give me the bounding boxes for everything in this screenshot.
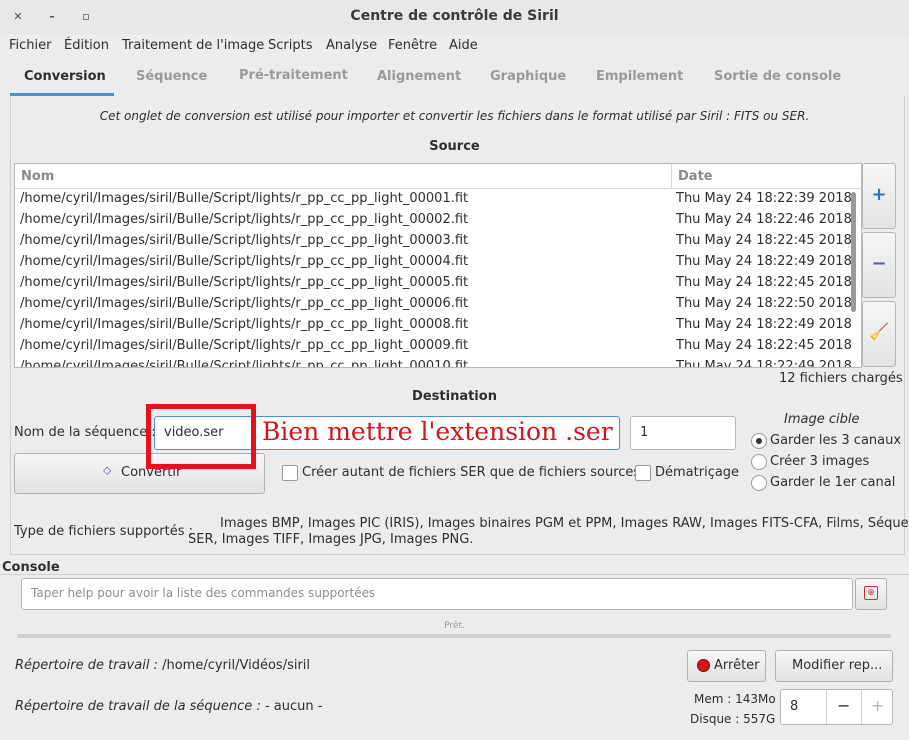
console-title: Console: [2, 560, 60, 575]
menu-bar: Fichier Édition Traitement de l'image Sc…: [0, 34, 909, 58]
modify-dir-button[interactable]: Modifier rep...: [775, 650, 893, 682]
tab-empilement[interactable]: Empilement: [596, 69, 683, 84]
tab-pretraitement[interactable]: Pré-traitement: [239, 68, 348, 83]
seqdir-row: Répertoire de travail de la séquence : -…: [15, 699, 322, 714]
radio-create-3-images[interactable]: [751, 454, 767, 470]
broom-icon: 🧹: [869, 322, 889, 341]
list-item[interactable]: /home/cyril/Images/siril/Bulle/Script/li…: [15, 336, 861, 357]
minus-icon: −: [871, 253, 887, 274]
decrement-icon[interactable]: −: [837, 696, 850, 715]
list-item[interactable]: /home/cyril/Images/siril/Bulle/Script/li…: [15, 357, 861, 367]
annotation-text: Bien mettre l'extension .ser: [262, 417, 613, 446]
tab-alignement[interactable]: Alignement: [377, 69, 461, 84]
list-item[interactable]: /home/cyril/Images/siril/Bulle/Script/li…: [15, 252, 861, 273]
debayer-label: Dématriçage: [655, 465, 740, 480]
list-header: Nom Date: [15, 164, 861, 189]
tab-conversion[interactable]: Conversion: [24, 69, 106, 84]
source-file-list[interactable]: Nom Date /home/cyril/Images/siril/Bulle/…: [14, 163, 862, 368]
remove-files-button[interactable]: −: [862, 232, 896, 298]
list-scrollbar[interactable]: [851, 192, 856, 312]
radio-keep-3-channels-label: Garder les 3 canaux: [770, 433, 902, 448]
destination-title: Destination: [412, 389, 497, 404]
plus-icon: +: [871, 184, 887, 205]
menu-fichier[interactable]: Fichier: [9, 38, 52, 53]
ser-per-file-checkbox[interactable]: [282, 465, 298, 481]
notebook-tabs: Conversion Séquence Pré-traitement Align…: [10, 60, 903, 97]
threads-spinbutton[interactable]: 8 − +: [780, 689, 893, 725]
radio-keep-first-channel[interactable]: [751, 475, 767, 491]
supported-types-line1: Images BMP, Images PIC (IRIS), Images bi…: [220, 516, 909, 531]
list-item[interactable]: /home/cyril/Images/siril/Bulle/Script/li…: [15, 294, 861, 315]
start-index-input[interactable]: 1: [630, 416, 736, 450]
list-item[interactable]: /home/cyril/Images/siril/Bulle/Script/li…: [15, 210, 861, 231]
supported-types-label: Type de fichiers supportés :: [14, 524, 194, 539]
window-title: Centre de contrôle de Siril: [350, 8, 559, 24]
convert-icon: ⬦: [103, 463, 112, 477]
menu-traitement[interactable]: Traitement de l'image: [122, 38, 264, 53]
increment-icon[interactable]: +: [871, 696, 884, 715]
status-text: Prêt.: [444, 621, 465, 631]
list-item[interactable]: /home/cyril/Images/siril/Bulle/Script/li…: [15, 189, 861, 210]
annotation-highlight-box: [146, 404, 256, 469]
menu-analyse[interactable]: Analyse: [326, 38, 377, 53]
tab-sequence[interactable]: Séquence: [136, 69, 207, 84]
radio-keep-first-channel-label: Garder le 1er canal: [770, 475, 896, 490]
console-command-input[interactable]: Taper help pour avoir la liste des comma…: [21, 578, 853, 610]
column-name-header[interactable]: Nom: [21, 169, 54, 184]
clear-console-button[interactable]: ⊕: [855, 578, 887, 610]
workdir-value: /home/cyril/Vidéos/siril: [162, 658, 311, 673]
menu-edition[interactable]: Édition: [64, 38, 109, 53]
radio-create-3-images-label: Créer 3 images: [770, 454, 870, 469]
source-title: Source: [429, 139, 480, 154]
column-separator: [671, 164, 672, 188]
ser-per-file-label: Créer autant de fichiers SER que de fich…: [302, 465, 641, 480]
clear-list-button[interactable]: 🧹: [862, 301, 896, 367]
tab-graphique[interactable]: Graphique: [490, 69, 566, 84]
menu-aide[interactable]: Aide: [449, 38, 478, 53]
add-files-button[interactable]: +: [862, 163, 896, 229]
conversion-description: Cet onglet de conversion est utilisé pou…: [99, 109, 810, 123]
column-date-header[interactable]: Date: [678, 169, 713, 184]
seqdir-label: Répertoire de travail de la séquence :: [15, 699, 261, 714]
target-image-title: Image cible: [784, 412, 860, 427]
workdir-row: Répertoire de travail : /home/cyril/Vidé…: [15, 658, 310, 673]
debayer-checkbox[interactable]: [635, 465, 651, 481]
seqdir-value: - aucun -: [264, 699, 323, 714]
list-item[interactable]: /home/cyril/Images/siril/Bulle/Script/li…: [15, 273, 861, 294]
stop-icon: [697, 659, 710, 672]
menu-scripts[interactable]: Scripts: [268, 38, 312, 53]
progress-bar: [17, 634, 891, 638]
files-loaded-count: 12 fichiers chargés: [779, 371, 903, 386]
memory-info: Mem : 143Mo: [694, 692, 776, 706]
clear-icon: ⊕: [864, 586, 878, 600]
tab-sortie-console[interactable]: Sortie de console: [714, 69, 841, 84]
stop-button[interactable]: Arrêter: [687, 650, 766, 682]
menu-fenetre[interactable]: Fenêtre: [388, 38, 437, 53]
radio-keep-3-channels[interactable]: [751, 433, 767, 449]
supported-types-line2: SER, Images TIFF, Images JPG, Images PNG…: [188, 532, 474, 547]
list-item[interactable]: /home/cyril/Images/siril/Bulle/Script/li…: [15, 231, 861, 252]
console-separator: [0, 574, 909, 575]
title-bar: ✕ – ▫ Centre de contrôle de Siril: [0, 0, 909, 34]
list-item[interactable]: /home/cyril/Images/siril/Bulle/Script/li…: [15, 315, 861, 336]
workdir-label: Répertoire de travail :: [15, 658, 158, 673]
sequence-name-label: Nom de la séquence :: [14, 425, 156, 440]
disk-info: Disque : 557G: [690, 712, 776, 726]
